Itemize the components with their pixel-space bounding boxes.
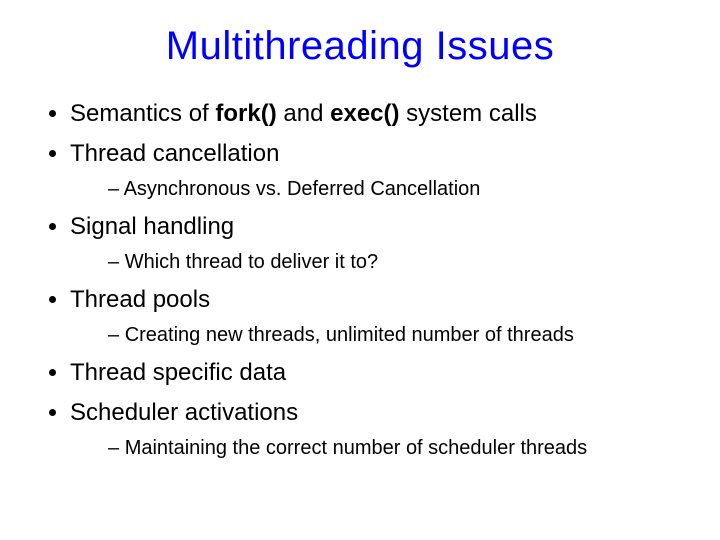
sublist: Which thread to deliver it to? (70, 250, 680, 275)
bullet-label: Thread specific data (70, 359, 286, 386)
sublist: Creating new threads, unlimited number o… (70, 323, 680, 348)
slide-title: Multithreading Issues (40, 24, 680, 69)
text-segment: Semantics of (70, 100, 215, 127)
bullet-scheduler-activations: Scheduler activations Maintaining the co… (70, 398, 680, 461)
sub-bullet: Creating new threads, unlimited number o… (108, 323, 680, 348)
bullet-thread-pools: Thread pools Creating new threads, unlim… (70, 285, 680, 348)
sub-bullet: Maintaining the correct number of schedu… (108, 436, 680, 461)
text-segment: and (277, 100, 330, 127)
text-bold-exec: exec() (330, 100, 399, 127)
text-bold-fork: fork() (215, 100, 276, 127)
bullet-label: Thread cancellation (70, 140, 279, 167)
sub-bullet: Asynchronous vs. Deferred Cancellation (108, 177, 680, 202)
bullet-thread-cancellation: Thread cancellation Asynchronous vs. Def… (70, 139, 680, 202)
bullet-semantics: Semantics of fork() and exec() system ca… (70, 99, 680, 129)
text-segment: system calls (400, 100, 537, 127)
bullet-list: Semantics of fork() and exec() system ca… (40, 99, 680, 461)
sub-bullet: Which thread to deliver it to? (108, 250, 680, 275)
slide: Multithreading Issues Semantics of fork(… (0, 0, 720, 540)
bullet-signal-handling: Signal handling Which thread to deliver … (70, 212, 680, 275)
bullet-thread-specific-data: Thread specific data (70, 358, 680, 388)
bullet-label: Signal handling (70, 213, 234, 240)
bullet-label: Scheduler activations (70, 399, 298, 426)
sublist: Asynchronous vs. Deferred Cancellation (70, 177, 680, 202)
sublist: Maintaining the correct number of schedu… (70, 436, 680, 461)
bullet-label: Thread pools (70, 286, 210, 313)
